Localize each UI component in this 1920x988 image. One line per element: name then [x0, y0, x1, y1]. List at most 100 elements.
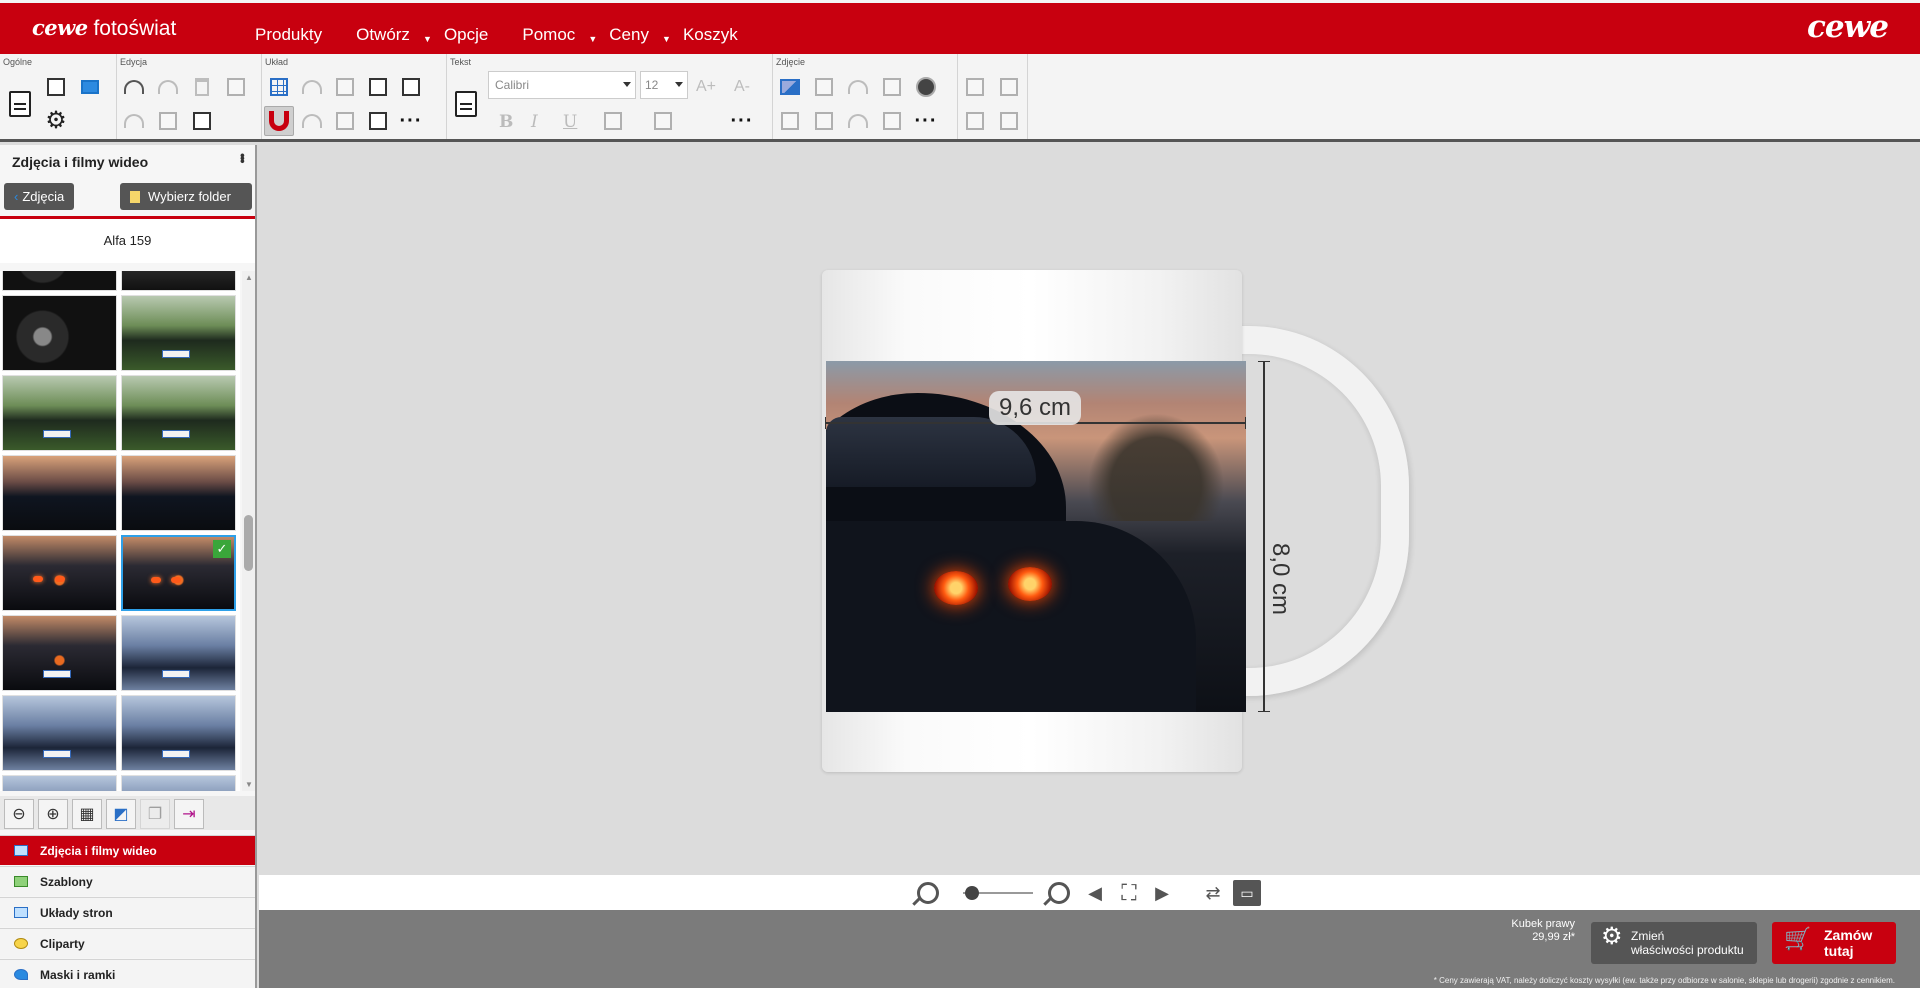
order-button[interactable]: 🛒 Zamów tutaj	[1772, 922, 1896, 964]
text-bg-button[interactable]	[643, 106, 683, 136]
font-grow-button[interactable]: A+	[691, 72, 721, 102]
back-to-photos-button[interactable]: ‹ Zdjęcia	[4, 183, 75, 210]
arrange-button[interactable]	[330, 72, 360, 102]
fit-button[interactable]	[994, 106, 1024, 136]
photo-more-button[interactable]: ···	[911, 106, 941, 136]
photo-thumbnail[interactable]	[2, 615, 117, 691]
underline-button[interactable]: U	[563, 112, 577, 132]
next-page-button[interactable]: ▶	[1152, 880, 1172, 906]
undo-button[interactable]	[119, 72, 149, 102]
photo-thumbnail[interactable]	[2, 775, 117, 791]
frame-button[interactable]	[960, 72, 990, 102]
zoom-out-button[interactable]	[913, 880, 943, 906]
auto-fill-button[interactable]: ◩	[106, 799, 136, 829]
scroll-thumb[interactable]	[244, 515, 253, 571]
tab-cliparts[interactable]: Cliparty	[0, 928, 255, 958]
tab-photos-videos[interactable]: Zdjęcia i filmy wideo	[0, 835, 255, 865]
zoom-slider-handle[interactable]	[965, 886, 979, 900]
tab-page-layouts[interactable]: Układy stron	[0, 897, 255, 927]
photo-effect-button[interactable]	[809, 72, 839, 102]
photo-thumbnail[interactable]	[2, 695, 117, 771]
cut-button[interactable]	[119, 106, 149, 136]
view-mode-button[interactable]: ▦	[72, 799, 102, 829]
photo-thumbnail[interactable]	[121, 775, 236, 791]
bring-front-button[interactable]	[363, 72, 393, 102]
text-more-button[interactable]: ···	[727, 106, 757, 136]
preview-mode-button[interactable]: ▭	[1233, 880, 1261, 906]
photo-thumbnail[interactable]	[121, 455, 236, 531]
zoom-out-thumbs-button[interactable]: ⊖	[4, 799, 34, 829]
swap-view-button[interactable]: ⇄	[1198, 880, 1228, 906]
send-back-button[interactable]	[396, 72, 426, 102]
duplicate-button[interactable]	[994, 72, 1024, 102]
photo-rotate-button[interactable]	[843, 72, 873, 102]
choose-folder-button[interactable]: Wybierz folder	[120, 183, 252, 210]
photo-thumbnail[interactable]	[121, 271, 236, 291]
align-button[interactable]	[330, 106, 360, 136]
menu-koszyk[interactable]: Koszyk	[683, 25, 738, 45]
snap-magnet-button[interactable]	[264, 106, 294, 136]
photo-thumbnail[interactable]	[121, 615, 236, 691]
photo-edit-button[interactable]	[775, 106, 805, 136]
font-size-select[interactable]: 12	[640, 71, 688, 99]
photo-thumbnail[interactable]	[2, 295, 117, 371]
export-button[interactable]	[75, 72, 105, 102]
photo-thumbnail[interactable]	[121, 695, 236, 771]
save-as-button[interactable]	[41, 72, 71, 102]
logo-cewe-fotoswiat[interactable]: cewe fotoświat	[32, 15, 176, 41]
menu-produkty[interactable]: Produkty	[255, 25, 322, 45]
photo-undo-button[interactable]	[843, 106, 873, 136]
photo-thumbnail[interactable]	[2, 271, 117, 291]
change-product-properties-button[interactable]: ⚙ Zmień właściwości produktu	[1591, 922, 1757, 964]
grid-button[interactable]	[264, 72, 294, 102]
photo-thumbnail[interactable]	[2, 375, 117, 451]
rotate-button[interactable]	[297, 72, 327, 102]
photo-brush-button[interactable]	[877, 106, 907, 136]
scroll-down-icon[interactable]: ▼	[245, 780, 253, 789]
import-button[interactable]: ⇥	[174, 799, 204, 829]
rotate-cw-button[interactable]	[297, 106, 327, 136]
font-family-select[interactable]: Calibri	[488, 71, 636, 99]
menu-otworz[interactable]: Otwórz ▼	[356, 25, 432, 45]
italic-button[interactable]: I	[531, 112, 538, 132]
editor-canvas[interactable]: 9,6 cm 8,0 cm	[259, 145, 1920, 875]
save-button[interactable]	[5, 87, 35, 121]
panel-menu-icon[interactable]: •••	[235, 153, 251, 162]
copy-photos-button[interactable]: ❐	[140, 799, 170, 829]
delete-button[interactable]	[187, 72, 217, 102]
fit-to-screen-button[interactable]: ⛶	[1114, 880, 1144, 906]
layout-more-button[interactable]: ···	[396, 106, 426, 136]
paste-button[interactable]	[187, 106, 217, 136]
redo-button[interactable]	[153, 72, 183, 102]
zoom-in-button[interactable]	[1044, 880, 1074, 906]
replace-button[interactable]	[221, 72, 251, 102]
remove-frame-button[interactable]	[363, 106, 393, 136]
menu-ceny[interactable]: Ceny ▼	[609, 25, 671, 45]
zoom-in-thumbs-button[interactable]: ⊕	[38, 799, 68, 829]
photo-thumbnail-selected[interactable]: ✓	[121, 535, 236, 611]
add-photo-button[interactable]	[775, 72, 805, 102]
photo-add-button[interactable]	[809, 106, 839, 136]
copy-button[interactable]	[153, 106, 183, 136]
previous-page-button[interactable]: ◀	[1085, 880, 1105, 906]
photo-thumbnail[interactable]	[121, 375, 236, 451]
chevron-down-icon	[675, 82, 683, 87]
bold-button[interactable]: B	[499, 112, 513, 132]
scroll-up-icon[interactable]: ▲	[245, 273, 253, 282]
photo-thumbnail[interactable]	[2, 455, 117, 531]
vat-note: * Ceny zawierają VAT, należy doliczyć ko…	[1433, 976, 1895, 985]
text-color-button[interactable]	[593, 106, 633, 136]
photo-thumbnail[interactable]	[2, 535, 117, 611]
tab-masks-frames[interactable]: Maski i ramki	[0, 959, 255, 988]
tab-templates[interactable]: Szablony	[0, 866, 255, 896]
photo-crop-button[interactable]	[877, 72, 907, 102]
add-text-button[interactable]	[451, 87, 481, 121]
photo-thumbnail[interactable]	[121, 295, 236, 371]
photo-grid-scrollbar[interactable]: ▲ ▼	[242, 271, 255, 791]
photo-filter-button[interactable]	[911, 72, 941, 102]
font-shrink-button[interactable]: A-	[727, 72, 757, 102]
settings-button[interactable]: ⚙	[41, 106, 71, 136]
menu-pomoc[interactable]: Pomoc ▼	[522, 25, 597, 45]
background-button[interactable]	[960, 106, 990, 136]
menu-opcje[interactable]: Opcje	[444, 25, 488, 45]
